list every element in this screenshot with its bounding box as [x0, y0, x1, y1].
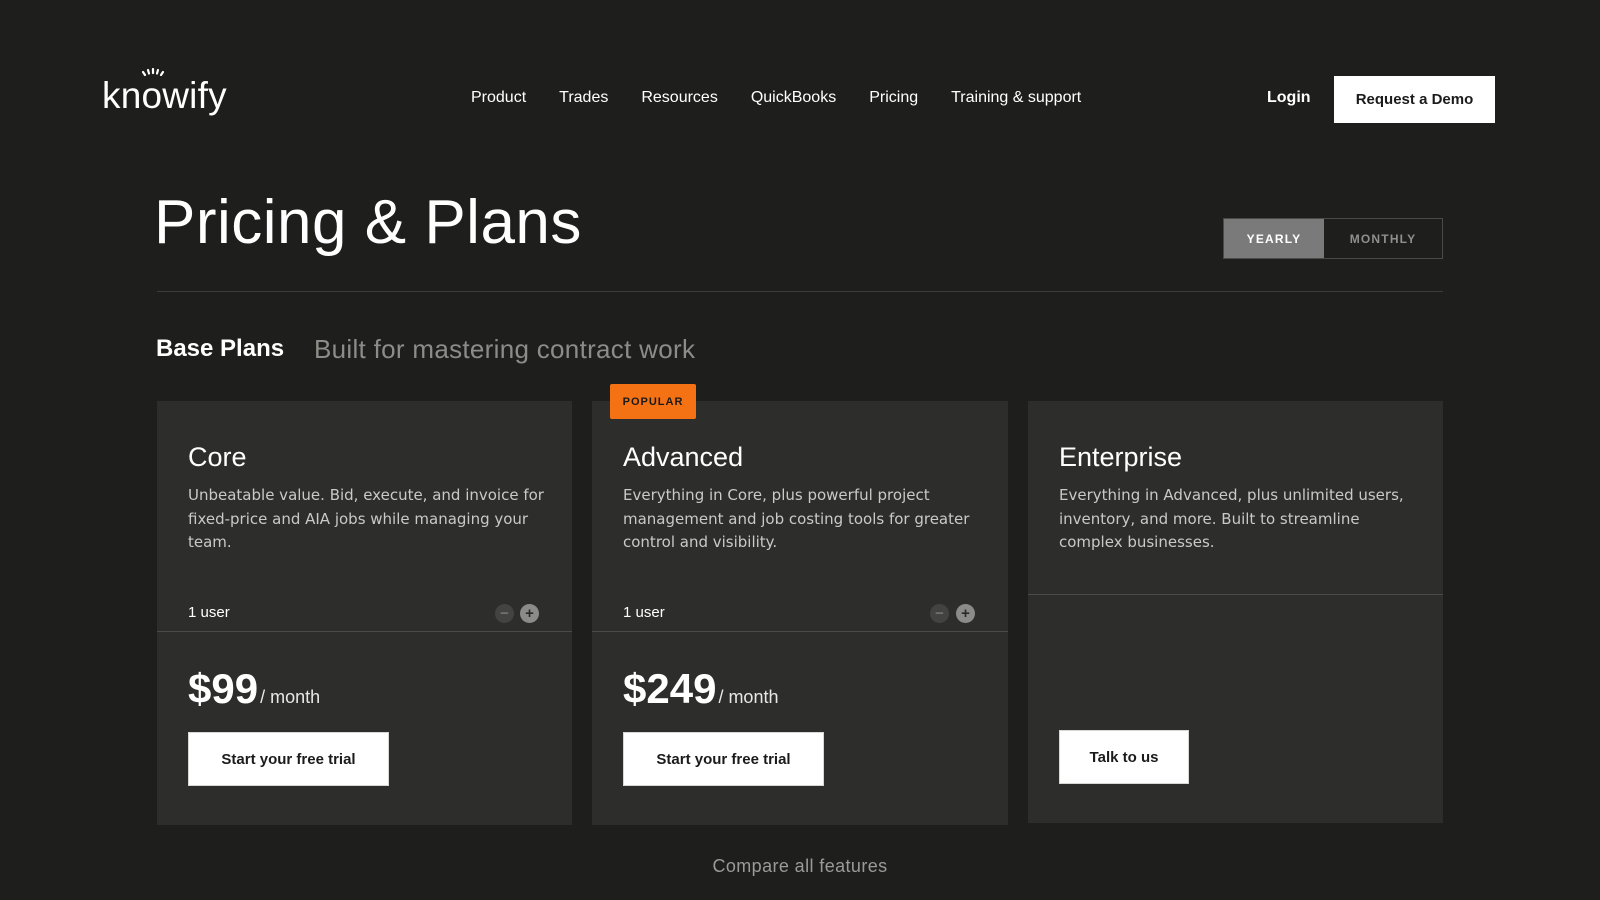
request-demo-button[interactable]: Request a Demo: [1334, 76, 1495, 123]
price-amount: $99: [188, 665, 259, 712]
plan-card-advanced: Advanced Everything in Core, plus powerf…: [592, 401, 1008, 825]
user-count-label: 1 user: [188, 604, 230, 621]
logo-text-start: kn: [102, 75, 142, 116]
logo-text-end: wify: [162, 75, 227, 116]
plan-card-enterprise: Enterprise Everything in Advanced, plus …: [1028, 401, 1443, 823]
billing-period-toggle: YEARLY MONTHLY: [1223, 218, 1443, 259]
login-link[interactable]: Login: [1267, 88, 1311, 108]
nav-resources[interactable]: Resources: [641, 88, 717, 108]
popular-badge: POPULAR: [610, 384, 696, 419]
plan-name: Enterprise: [1059, 442, 1183, 472]
plan-name: Advanced: [623, 442, 744, 472]
section-subtitle: Built for mastering contract work: [314, 334, 696, 364]
plan-description: Everything in Core, plus powerful projec…: [623, 486, 970, 551]
price-unit: / month: [260, 687, 321, 707]
pricing-page: kn owify Product Trades Resources QuickBo…: [0, 0, 1600, 900]
price-unit: / month: [718, 687, 779, 707]
plus-icon[interactable]: +: [956, 604, 975, 623]
price-amount: $249: [623, 665, 717, 712]
compare-features-link[interactable]: Compare all features: [0, 856, 1600, 877]
toggle-yearly[interactable]: YEARLY: [1224, 219, 1324, 258]
start-free-trial-button[interactable]: Start your free trial: [623, 732, 824, 786]
plan-description: Everything in Advanced, plus unlimited u…: [1059, 486, 1404, 551]
logo-sunrise-icon: [142, 68, 165, 77]
knowify-logo[interactable]: kn owify: [102, 68, 227, 118]
plus-icon[interactable]: +: [520, 604, 539, 623]
page-title: Pricing & Plans: [154, 188, 582, 257]
plan-name: Core: [188, 442, 247, 472]
user-count-label: 1 user: [623, 604, 665, 621]
price: $249 / month: [623, 664, 778, 714]
price: $99 / month: [188, 664, 320, 714]
start-free-trial-button[interactable]: Start your free trial: [188, 732, 389, 786]
nav-product[interactable]: Product: [471, 88, 526, 108]
nav-pricing[interactable]: Pricing: [869, 88, 918, 108]
title-divider: [157, 291, 1443, 292]
user-count-row: 1 user − +: [157, 594, 572, 632]
minus-icon[interactable]: −: [495, 604, 514, 623]
plan-description: Unbeatable value. Bid, execute, and invo…: [188, 486, 544, 551]
logo-o: o: [141, 68, 165, 118]
site-header: kn owify Product Trades Resources QuickBo…: [0, 0, 1600, 195]
nav-quickbooks[interactable]: QuickBooks: [751, 88, 836, 108]
user-count-row: 1 user − +: [592, 594, 1008, 632]
card-divider: [1028, 594, 1443, 595]
nav-training-support[interactable]: Training & support: [951, 88, 1081, 108]
talk-to-us-button[interactable]: Talk to us: [1059, 730, 1189, 784]
toggle-monthly[interactable]: MONTHLY: [1324, 219, 1442, 258]
nav-trades[interactable]: Trades: [559, 88, 608, 108]
section-title: Base Plans: [156, 335, 285, 362]
minus-icon[interactable]: −: [930, 604, 949, 623]
plan-card-core: Core Unbeatable value. Bid, execute, and…: [157, 401, 572, 825]
main-nav: Product Trades Resources QuickBooks Pric…: [471, 88, 1114, 108]
